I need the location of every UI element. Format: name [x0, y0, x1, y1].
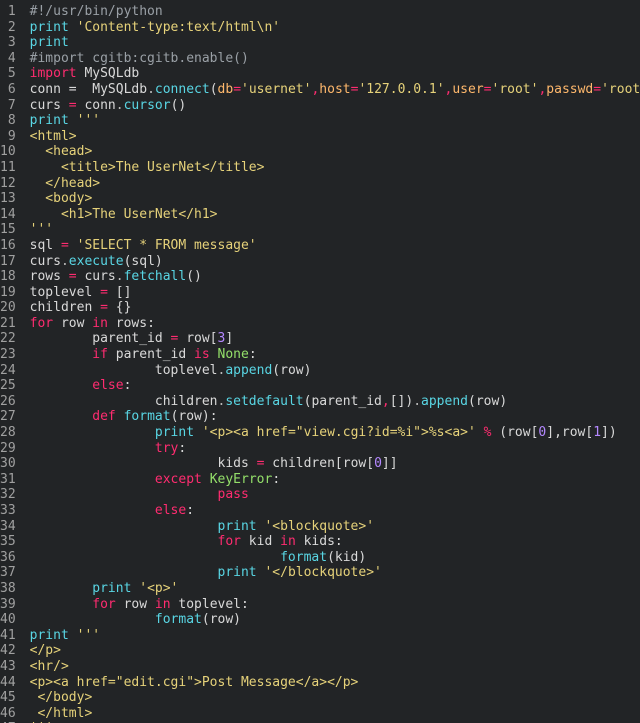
- code-line[interactable]: for row in rows:: [30, 316, 640, 332]
- line-number: 28: [0, 425, 16, 441]
- line-number: 41: [0, 628, 16, 644]
- line-number: 24: [0, 363, 16, 379]
- code-line[interactable]: <html>: [30, 129, 640, 145]
- line-number: 46: [0, 706, 16, 722]
- code-line[interactable]: format(kid): [30, 550, 640, 566]
- line-number: 9: [0, 129, 16, 145]
- code-line[interactable]: toplevel.append(row): [30, 363, 640, 379]
- code-line[interactable]: print '<p>': [30, 581, 640, 597]
- line-number: 22: [0, 331, 16, 347]
- code-line[interactable]: print: [30, 35, 640, 51]
- line-number: 34: [0, 519, 16, 535]
- line-number: 40: [0, 612, 16, 628]
- line-number: 20: [0, 300, 16, 316]
- code-line[interactable]: <hr/>: [30, 659, 640, 675]
- code-line[interactable]: print ''': [30, 628, 640, 644]
- line-number-gutter: 1234567891011121314151617181920212223242…: [0, 0, 22, 723]
- code-line[interactable]: else:: [30, 378, 640, 394]
- line-number: 35: [0, 534, 16, 550]
- code-line[interactable]: ''': [30, 222, 640, 238]
- code-line[interactable]: else:: [30, 503, 640, 519]
- code-line[interactable]: kids = children[row[0]]: [30, 456, 640, 472]
- line-number: 36: [0, 550, 16, 566]
- line-number: 29: [0, 441, 16, 457]
- code-line[interactable]: </body>: [30, 690, 640, 706]
- code-line[interactable]: toplevel = []: [30, 285, 640, 301]
- line-number: 43: [0, 659, 16, 675]
- code-line[interactable]: conn = MySQLdb.connect(db='usernet',host…: [30, 82, 640, 98]
- line-number: 17: [0, 254, 16, 270]
- code-line[interactable]: print '</blockquote>': [30, 565, 640, 581]
- code-line[interactable]: except KeyError:: [30, 472, 640, 488]
- line-number: 21: [0, 316, 16, 332]
- code-line[interactable]: </p>: [30, 643, 640, 659]
- line-number: 19: [0, 285, 16, 301]
- line-number: 27: [0, 409, 16, 425]
- code-line[interactable]: </head>: [30, 176, 640, 192]
- line-number: 23: [0, 347, 16, 363]
- code-area[interactable]: #!/usr/bin/pythonprint 'Content-type:tex…: [22, 0, 640, 723]
- line-number: 45: [0, 690, 16, 706]
- line-number: 25: [0, 378, 16, 394]
- line-number: 42: [0, 643, 16, 659]
- line-number: 11: [0, 160, 16, 176]
- code-line[interactable]: <title>The UserNet</title>: [30, 160, 640, 176]
- line-number: 33: [0, 503, 16, 519]
- code-line[interactable]: parent_id = row[3]: [30, 331, 640, 347]
- line-number: 10: [0, 144, 16, 160]
- line-number: 18: [0, 269, 16, 285]
- line-number: 31: [0, 472, 16, 488]
- code-line[interactable]: pass: [30, 487, 640, 503]
- code-line[interactable]: import MySQLdb: [30, 66, 640, 82]
- code-line[interactable]: children = {}: [30, 300, 640, 316]
- code-line[interactable]: for row in toplevel:: [30, 597, 640, 613]
- line-number: 39: [0, 597, 16, 613]
- code-line[interactable]: children.setdefault(parent_id,[]).append…: [30, 394, 640, 410]
- line-number: 16: [0, 238, 16, 254]
- line-number: 1: [0, 4, 16, 20]
- code-line[interactable]: <body>: [30, 191, 640, 207]
- line-number: 38: [0, 581, 16, 597]
- line-number: 32: [0, 487, 16, 503]
- code-line[interactable]: if parent_id is None:: [30, 347, 640, 363]
- line-number: 4: [0, 51, 16, 67]
- code-line[interactable]: rows = curs.fetchall(): [30, 269, 640, 285]
- line-number: 3: [0, 35, 16, 51]
- line-number: 30: [0, 456, 16, 472]
- code-line[interactable]: <h1>The UserNet</h1>: [30, 207, 640, 223]
- line-number: 8: [0, 113, 16, 129]
- code-line[interactable]: for kid in kids:: [30, 534, 640, 550]
- code-line[interactable]: try:: [30, 441, 640, 457]
- line-number: 44: [0, 675, 16, 691]
- line-number: 13: [0, 191, 16, 207]
- code-line[interactable]: print '<blockquote>': [30, 519, 640, 535]
- line-number: 5: [0, 66, 16, 82]
- code-line[interactable]: sql = 'SELECT * FROM message': [30, 238, 640, 254]
- code-line[interactable]: print ''': [30, 113, 640, 129]
- code-editor[interactable]: 1234567891011121314151617181920212223242…: [0, 0, 640, 723]
- line-number: 12: [0, 176, 16, 192]
- line-number: 14: [0, 207, 16, 223]
- code-line[interactable]: curs = conn.cursor(): [30, 98, 640, 114]
- line-number: 37: [0, 565, 16, 581]
- code-line[interactable]: def format(row):: [30, 409, 640, 425]
- code-line[interactable]: <p><a href="edit.cgi">Post Message</a></…: [30, 675, 640, 691]
- code-line[interactable]: print 'Content-type:text/html\n': [30, 20, 640, 36]
- line-number: 26: [0, 394, 16, 410]
- code-line[interactable]: curs.execute(sql): [30, 254, 640, 270]
- code-line[interactable]: print '<p><a href="view.cgi?id=%i">%s<a>…: [30, 425, 640, 441]
- code-line[interactable]: #import cgitb:cgitb.enable(): [30, 51, 640, 67]
- line-number: 7: [0, 98, 16, 114]
- code-line[interactable]: </html>: [30, 706, 640, 722]
- code-line[interactable]: #!/usr/bin/python: [30, 4, 640, 20]
- code-line[interactable]: <head>: [30, 144, 640, 160]
- line-number: 6: [0, 82, 16, 98]
- code-line[interactable]: format(row): [30, 612, 640, 628]
- line-number: 2: [0, 20, 16, 36]
- line-number: 15: [0, 222, 16, 238]
